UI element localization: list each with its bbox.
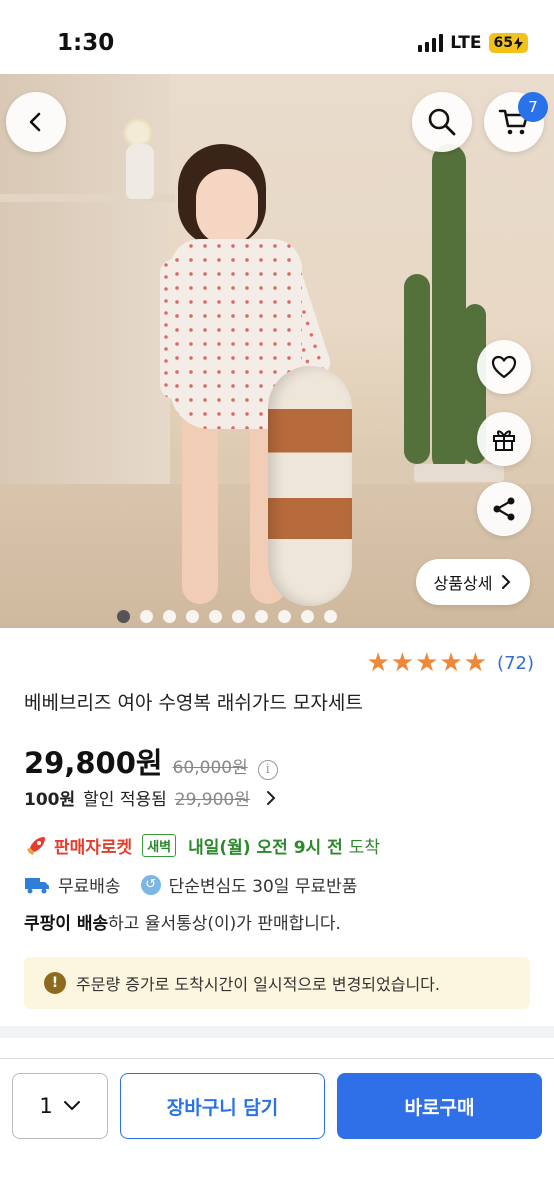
discount-row[interactable]: 100원 할인 적용됨 29,900원	[24, 785, 278, 810]
info-icon[interactable]: i	[257, 759, 278, 780]
delivery-row: 판매자로켓 새벽 내일(월) 오전 9시 전 도착	[24, 833, 380, 858]
chevron-left-icon	[29, 112, 41, 132]
heart-icon	[491, 355, 517, 379]
review-count[interactable]: (72)	[497, 653, 534, 674]
search-button[interactable]	[412, 92, 472, 152]
gift-icon	[493, 430, 515, 451]
gallery-dot[interactable]	[255, 610, 268, 623]
network-type: LTE	[450, 33, 482, 53]
notice-text: 주문량 증가로 도착시간이 일시적으로 변경되었습니다.	[76, 975, 440, 994]
battery-icon: 65	[488, 33, 528, 53]
discount-text: 할인 적용됨	[83, 790, 167, 810]
photo-child-leg	[182, 404, 218, 604]
star-icon: ★	[390, 648, 415, 678]
star-icon: ★	[463, 648, 488, 678]
free-shipping: 무료배송	[58, 877, 121, 897]
gift-button[interactable]	[477, 412, 531, 466]
status-bar: 1:30 LTE 65	[0, 0, 554, 74]
seller-bold: 쿠팡이 배송	[24, 914, 109, 934]
star-icon: ★	[415, 648, 439, 678]
bottom-action-bar: 1 장바구니 담기 바로구매	[0, 1058, 554, 1200]
free-return: 단순변심도 30일 무료반품	[168, 877, 358, 897]
section-divider	[0, 1026, 554, 1038]
status-indicators: LTE 65	[418, 33, 528, 53]
search-icon	[428, 108, 456, 136]
product-image-gallery[interactable]: 7 상품상세	[0, 74, 554, 628]
shipping-row: 무료배송 ↺ 단순변심도 30일 무료반품	[24, 872, 357, 897]
gallery-dot[interactable]	[301, 610, 314, 623]
dawn-badge: 새벽	[142, 834, 177, 857]
gallery-pagination[interactable]	[0, 610, 554, 623]
gallery-dot[interactable]	[278, 610, 291, 623]
chevron-down-icon	[63, 1101, 80, 1111]
gallery-dot[interactable]	[232, 610, 245, 623]
share-icon	[493, 497, 515, 521]
pre-discount-price: 29,900원	[174, 790, 250, 810]
rating-stars: ★ ★ ★ ★ ★	[366, 650, 487, 676]
share-button[interactable]	[477, 482, 531, 536]
seller-text: 하고 율서통상(이)가 판매합니다.	[108, 914, 341, 934]
gallery-dot[interactable]	[324, 610, 337, 623]
chevron-right-icon	[266, 790, 276, 805]
arrival-time: 내일(월) 오전 9시 전	[188, 838, 343, 858]
buy-now-button[interactable]: 바로구매	[337, 1073, 542, 1139]
return-icon: ↺	[140, 874, 161, 895]
wishlist-button[interactable]	[477, 340, 531, 394]
product-detail-label: 상품상세	[433, 574, 493, 593]
photo-vase	[126, 144, 154, 199]
gallery-dot[interactable]	[140, 610, 153, 623]
gallery-dot[interactable]	[117, 610, 130, 623]
photo-swim-ring	[268, 366, 352, 606]
photo-cactus	[432, 144, 466, 474]
product-title: 베베브리즈 여아 수영복 래쉬가드 모자세트	[24, 692, 363, 714]
star-icon: ★	[439, 648, 463, 678]
seller-info: 쿠팡이 배송하고 율서통상(이)가 판매합니다.	[24, 909, 341, 934]
rating[interactable]: ★ ★ ★ ★ ★ (72)	[366, 650, 534, 676]
back-button[interactable]	[6, 92, 66, 152]
add-to-cart-button[interactable]: 장바구니 담기	[120, 1073, 325, 1139]
signal-icon	[418, 34, 444, 52]
truck-icon	[25, 877, 49, 893]
cart-count-badge: 7	[518, 92, 548, 122]
rocket-label: 판매자로켓	[54, 838, 133, 858]
status-time: 1:30	[57, 30, 115, 56]
original-price: 60,000원	[172, 758, 248, 778]
battery-level: 65	[493, 35, 513, 51]
discount-amount: 100원	[24, 790, 76, 810]
chevron-right-icon	[502, 575, 511, 589]
product-detail-button[interactable]: 상품상세	[416, 559, 530, 605]
photo-child-face	[196, 169, 258, 245]
price-row: 29,800원 60,000원 i	[24, 740, 278, 782]
sale-price: 29,800원	[24, 746, 163, 780]
gallery-dot[interactable]	[163, 610, 176, 623]
gallery-dot[interactable]	[186, 610, 199, 623]
warning-icon: !	[44, 972, 66, 994]
rocket-icon	[27, 836, 45, 855]
arrival-suffix: 도착	[348, 838, 381, 858]
star-icon: ★	[366, 648, 390, 678]
gallery-dot[interactable]	[209, 610, 222, 623]
photo-cactus-arm	[404, 274, 430, 464]
quantity-select[interactable]: 1	[12, 1073, 108, 1139]
quantity-value: 1	[39, 1094, 53, 1118]
photo-pot	[414, 464, 504, 482]
delivery-notice: ! 주문량 증가로 도착시간이 일시적으로 변경되었습니다.	[24, 957, 530, 1009]
